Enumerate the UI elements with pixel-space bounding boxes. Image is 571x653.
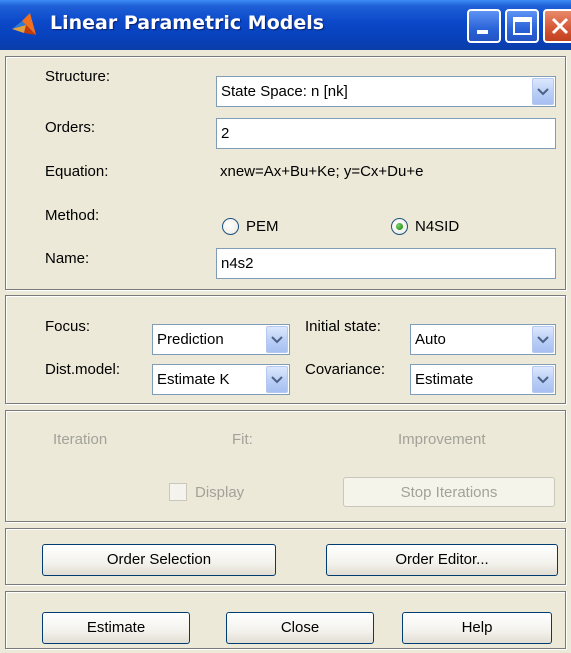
covariance-value: Estimate bbox=[415, 371, 474, 388]
covariance-label: Covariance: bbox=[305, 361, 386, 378]
order-panel: Order Selection Order Editor... bbox=[5, 528, 566, 585]
pem-radio-button[interactable] bbox=[222, 218, 239, 235]
stop-iterations-button[interactable]: Stop Iterations bbox=[343, 477, 555, 507]
orders-label: Orders: bbox=[45, 119, 96, 136]
chevron-down-icon[interactable] bbox=[532, 326, 554, 353]
title-bar[interactable]: Linear Parametric Models bbox=[0, 0, 571, 50]
name-label: Name: bbox=[45, 250, 90, 267]
maximize-icon bbox=[513, 17, 532, 35]
structure-panel: Structure: State Space: n [nk] Orders: 2… bbox=[5, 56, 566, 290]
order-selection-button[interactable]: Order Selection bbox=[42, 544, 276, 576]
chevron-down-icon[interactable] bbox=[532, 366, 554, 393]
focus-label: Focus: bbox=[45, 318, 91, 335]
dist-model-label: Dist.model: bbox=[45, 361, 121, 378]
display-checkbox[interactable] bbox=[169, 483, 187, 501]
display-checkbox-label[interactable]: Display bbox=[195, 484, 244, 501]
minimize-icon bbox=[477, 30, 488, 34]
options-panel: Focus: Prediction Initial state: Auto Di… bbox=[5, 295, 566, 404]
action-panel: Estimate Close Help bbox=[5, 591, 566, 649]
dist-model-dropdown[interactable]: Estimate K bbox=[152, 364, 290, 395]
pem-radio-label[interactable]: PEM bbox=[246, 218, 279, 235]
structure-value: State Space: n [nk] bbox=[221, 83, 348, 100]
structure-dropdown[interactable]: State Space: n [nk] bbox=[216, 76, 556, 107]
initial-state-label: Initial state: bbox=[305, 318, 381, 335]
name-value: n4s2 bbox=[221, 255, 254, 272]
covariance-dropdown[interactable]: Estimate bbox=[410, 364, 556, 395]
minimize-button[interactable] bbox=[467, 9, 501, 43]
equation-label: Equation: bbox=[45, 163, 109, 180]
focus-dropdown[interactable]: Prediction bbox=[152, 324, 290, 355]
n4sid-radio-label[interactable]: N4SID bbox=[415, 218, 459, 235]
matlab-logo-icon bbox=[10, 11, 38, 39]
estimate-button[interactable]: Estimate bbox=[42, 612, 190, 644]
structure-label: Structure: bbox=[45, 68, 111, 85]
initial-state-value: Auto bbox=[415, 331, 446, 348]
fit-label: Fit: bbox=[232, 431, 253, 448]
maximize-button[interactable] bbox=[505, 9, 539, 43]
iteration-panel: Iteration Fit: Improvement Display Stop … bbox=[5, 410, 566, 522]
radio-selected-dot bbox=[396, 223, 403, 230]
improvement-label: Improvement bbox=[398, 431, 486, 448]
name-field[interactable]: n4s2 bbox=[216, 248, 556, 279]
dist-model-value: Estimate K bbox=[157, 371, 230, 388]
orders-value: 2 bbox=[221, 125, 230, 142]
close-button[interactable] bbox=[543, 9, 571, 43]
window-title: Linear Parametric Models bbox=[50, 12, 325, 34]
order-editor-button[interactable]: Order Editor... bbox=[326, 544, 558, 576]
orders-field[interactable]: 2 bbox=[216, 118, 556, 149]
chevron-down-icon[interactable] bbox=[266, 366, 288, 393]
close-dialog-button[interactable]: Close bbox=[226, 612, 374, 644]
iteration-label: Iteration bbox=[53, 431, 108, 448]
equation-value: xnew=Ax+Bu+Ke; y=Cx+Du+e bbox=[220, 163, 424, 180]
initial-state-dropdown[interactable]: Auto bbox=[410, 324, 556, 355]
chevron-down-icon[interactable] bbox=[532, 78, 554, 105]
help-button[interactable]: Help bbox=[402, 612, 552, 644]
close-icon bbox=[551, 17, 569, 35]
n4sid-radio-button[interactable] bbox=[391, 218, 408, 235]
chevron-down-icon[interactable] bbox=[266, 326, 288, 353]
linear-parametric-models-window: Linear Parametric Models Structure: Stat… bbox=[0, 0, 571, 653]
focus-value: Prediction bbox=[157, 331, 224, 348]
method-label: Method: bbox=[45, 207, 100, 224]
